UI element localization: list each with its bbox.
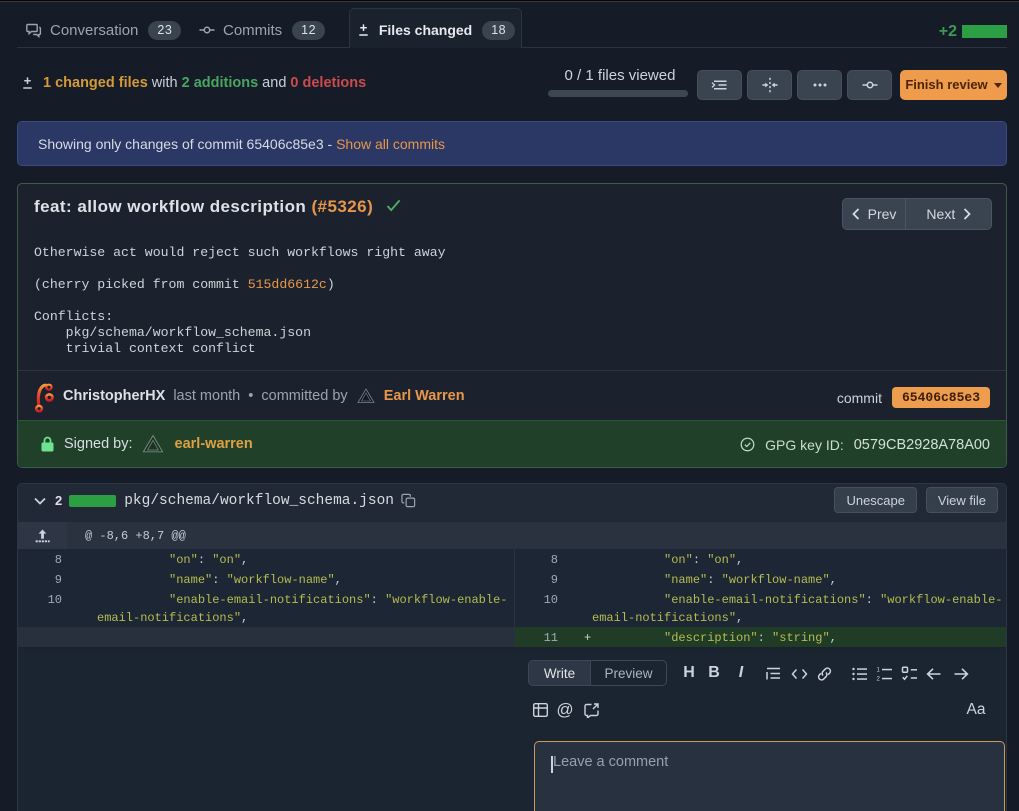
svg-text:1: 1	[876, 667, 880, 673]
svg-text:2: 2	[876, 676, 880, 682]
